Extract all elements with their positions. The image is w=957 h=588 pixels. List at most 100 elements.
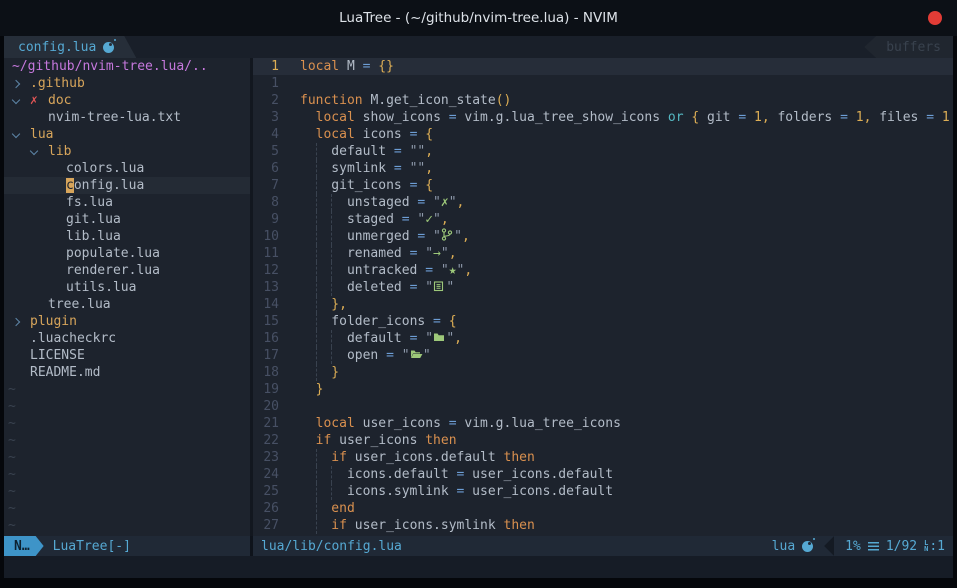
code-text: renamed = "→", <box>279 245 457 262</box>
code-line-4[interactable]: 3 local show_icons = vim.g.lua_tree_show… <box>253 109 953 126</box>
code-text: staged = "✓", <box>279 211 449 228</box>
code-line-2[interactable]: 1 <box>253 75 953 92</box>
buffers-label: buffers <box>886 40 941 55</box>
folder-open-icon <box>410 347 423 364</box>
tree-item-label: lib.lua <box>66 228 121 245</box>
tree-item--github-nvim-tree-lua-[interactable]: ~/github/nvim-tree.lua/.. <box>4 58 250 75</box>
code-line-3[interactable]: 2function M.get_icon_state() <box>253 92 953 109</box>
tree-item-lib-lua[interactable]: lib.lua <box>4 228 250 245</box>
code-line-8[interactable]: 7 git_icons = { <box>253 177 953 194</box>
tree-item-utils-lua[interactable]: utils.lua <box>4 279 250 296</box>
tab-config-lua[interactable]: config.lua <box>4 36 136 58</box>
chevron-right-icon[interactable] <box>12 319 30 325</box>
line-number: 1 <box>253 58 279 75</box>
code-line-20[interactable]: 19 } <box>253 381 953 398</box>
indent-guide <box>316 160 332 177</box>
buffers-segment[interactable]: buffers <box>864 36 953 58</box>
line-number: 1 <box>253 75 279 92</box>
tree-item-plugin[interactable]: plugin <box>4 313 250 330</box>
line-number: 23 <box>253 449 279 466</box>
code-line-27[interactable]: 26 end <box>253 500 953 517</box>
code-line-1[interactable]: 1local M = {} <box>253 58 953 75</box>
code-text: local icons = { <box>279 126 433 143</box>
code-text: symlink = "", <box>279 160 433 177</box>
code-line-17[interactable]: 16 default = "", <box>253 330 953 347</box>
code-line-14[interactable]: 13 deleted = "" <box>253 279 953 296</box>
tree-item-nvim-tree-lua-txt[interactable]: nvim-tree-lua.txt <box>4 109 250 126</box>
tree-item-license[interactable]: LICENSE <box>4 347 250 364</box>
code-line-7[interactable]: 6 symlink = "", <box>253 160 953 177</box>
tree-item--github[interactable]: .github <box>4 75 250 92</box>
empty-line-tilde: ~ <box>4 381 250 398</box>
code-text: local user_icons = vim.g.lua_tree_icons <box>279 415 621 432</box>
deleted-icon <box>433 279 446 296</box>
code-line-13[interactable]: 12 untracked = "★", <box>253 262 953 279</box>
cursor-block: c <box>66 178 74 193</box>
code-line-22[interactable]: 21 local user_icons = vim.g.lua_tree_ico… <box>253 415 953 432</box>
indent-guide <box>316 466 332 483</box>
tree-item-label: tree.lua <box>48 296 111 313</box>
git-branch-icon <box>441 228 454 245</box>
tree-item-readme-md[interactable]: README.md <box>4 364 250 381</box>
code-line-24[interactable]: 23 if user_icons.default then <box>253 449 953 466</box>
chevron-down-icon[interactable] <box>12 133 30 137</box>
line-number: 4 <box>253 126 279 143</box>
code-line-25[interactable]: 24 icons.default = user_icons.default <box>253 466 953 483</box>
tree-item-tree-lua[interactable]: tree.lua <box>4 296 250 313</box>
tree-item-label: utils.lua <box>66 279 136 296</box>
tree-item-fs-lua[interactable]: fs.lua <box>4 194 250 211</box>
line-number: 15 <box>253 313 279 330</box>
code-line-11[interactable]: 10 unmerged = "", <box>253 228 953 245</box>
line-number: 14 <box>253 296 279 313</box>
code-line-6[interactable]: 5 default = "", <box>253 143 953 160</box>
chevron-down-icon[interactable] <box>12 99 30 103</box>
code-line-16[interactable]: 15 folder_icons = { <box>253 313 953 330</box>
code-line-23[interactable]: 22 if user_icons then <box>253 432 953 449</box>
chevron-left-icon <box>824 536 834 556</box>
tab-label: config.lua <box>18 40 96 55</box>
code-line-26[interactable]: 25 icons.symlink = user_icons.default <box>253 483 953 500</box>
chevron-down-icon[interactable] <box>30 150 48 154</box>
window-indicator-icon[interactable] <box>928 11 942 25</box>
code-text: icons.default = user_icons.default <box>279 466 613 483</box>
indent-guide <box>331 194 347 211</box>
line-number: 2 <box>253 92 279 109</box>
command-line[interactable] <box>4 556 953 578</box>
code-text: local M = {} <box>279 58 394 75</box>
tree-item-git-lua[interactable]: git.lua <box>4 211 250 228</box>
tree-item-renderer-lua[interactable]: renderer.lua <box>4 262 250 279</box>
tree-item-doc[interactable]: ✗doc <box>4 92 250 109</box>
indent-guide <box>316 364 332 381</box>
tree-item-config-lua[interactable]: config.lua <box>4 177 250 194</box>
indent-guide <box>331 483 347 500</box>
line-number: 12 <box>253 262 279 279</box>
code-line-19[interactable]: 18 } <box>253 364 953 381</box>
tree-item-label: plugin <box>30 313 77 330</box>
code-text: } <box>279 381 323 398</box>
tree-item-populate-lua[interactable]: populate.lua <box>4 245 250 262</box>
tree-item-lua[interactable]: lua <box>4 126 250 143</box>
indent-guide <box>316 449 332 466</box>
code-line-5[interactable]: 4 local icons = { <box>253 126 953 143</box>
code-line-12[interactable]: 11 renamed = "→", <box>253 245 953 262</box>
code-line-18[interactable]: 17 open = "" <box>253 347 953 364</box>
indent-guide <box>316 211 332 228</box>
code-line-10[interactable]: 9 staged = "✓", <box>253 211 953 228</box>
tree-item--luacheckrc[interactable]: .luacheckrc <box>4 330 250 347</box>
line-number: 9 <box>253 211 279 228</box>
chevron-right-icon[interactable] <box>12 81 30 87</box>
tree-item-colors-lua[interactable]: colors.lua <box>4 160 250 177</box>
code-line-9[interactable]: 8 unstaged = "✗", <box>253 194 953 211</box>
indent-guide <box>316 313 332 330</box>
code-line-28[interactable]: 27 if user_icons.symlink then <box>253 517 953 534</box>
tree-item-lib[interactable]: lib <box>4 143 250 160</box>
code-text: end <box>279 500 355 517</box>
code-text: unstaged = "✗", <box>279 194 464 211</box>
code-line-15[interactable]: 14 }, <box>253 296 953 313</box>
line-number: 25 <box>253 483 279 500</box>
file-tree: ~/github/nvim-tree.lua/...github✗docnvim… <box>4 58 250 536</box>
code-text: open = "" <box>279 347 431 364</box>
code-line-21[interactable]: 20 <box>253 398 953 415</box>
line-number: 6 <box>253 160 279 177</box>
indent-guide <box>331 245 347 262</box>
